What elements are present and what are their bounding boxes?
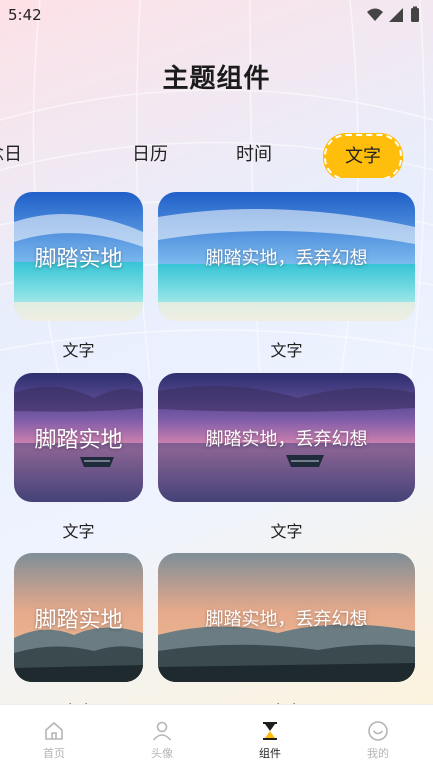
nav-label: 头像 (151, 747, 173, 760)
status-time: 5:42 (8, 6, 42, 24)
tab-calendar[interactable]: 日历 (112, 132, 188, 178)
card-caption: 文字 (62, 341, 95, 360)
widget-text: 脚踏实地，丢弃幻想 (205, 247, 368, 269)
widget-text: 脚踏实地 (34, 427, 123, 453)
widget-card-wide-sunset[interactable]: 脚踏实地，丢弃幻想 (158, 373, 415, 502)
bottom-nav: 首页 头像 组件 我的 (0, 704, 433, 772)
card-caption: 文字 (270, 341, 303, 360)
background-grid (0, 0, 433, 380)
widget-text: 脚踏实地，丢弃幻想 (205, 608, 368, 630)
category-tabs: 纪念日 日历 时间 文字 (0, 132, 433, 178)
nav-label: 我的 (367, 747, 389, 760)
wifi-icon (367, 8, 383, 21)
battery-icon (411, 8, 419, 22)
avatar-icon (152, 721, 172, 741)
widget-card-small-beach[interactable]: 脚踏实地 (14, 192, 143, 321)
signal-icon (389, 8, 403, 22)
widget-card-wide-beach[interactable]: 脚踏实地，丢弃幻想 (158, 192, 415, 321)
tab-anniversary[interactable]: 纪念日 (0, 132, 80, 178)
nav-label: 组件 (259, 747, 281, 760)
card-caption: 文字 (270, 522, 303, 541)
widget-text: 脚踏实地，丢弃幻想 (205, 428, 368, 450)
hourglass-icon (263, 722, 277, 740)
card-caption: 文字 (62, 522, 95, 541)
status-bar: 5:42 (0, 0, 433, 30)
nav-item-avatar[interactable]: 头像 (132, 713, 192, 765)
widget-text: 脚踏实地 (34, 607, 123, 633)
widget-card-wide-mountains[interactable]: 脚踏实地，丢弃幻想 (158, 553, 415, 682)
status-icons (367, 6, 419, 22)
home-icon (45, 721, 63, 740)
nav-item-widgets[interactable]: 组件 (240, 713, 300, 765)
widget-card-small-sunset[interactable]: 脚踏实地 (14, 373, 143, 502)
widget-text: 脚踏实地 (34, 246, 123, 272)
nav-label: 首页 (43, 747, 65, 760)
smile-icon (368, 721, 388, 741)
page-title: 主题组件 (162, 64, 271, 94)
tab-text[interactable]: 文字 (324, 134, 402, 178)
nav-item-home[interactable]: 首页 (24, 713, 84, 765)
nav-item-me[interactable]: 我的 (348, 713, 408, 765)
tab-time[interactable]: 时间 (216, 132, 292, 178)
widget-card-small-mountains[interactable]: 脚踏实地 (14, 553, 143, 682)
